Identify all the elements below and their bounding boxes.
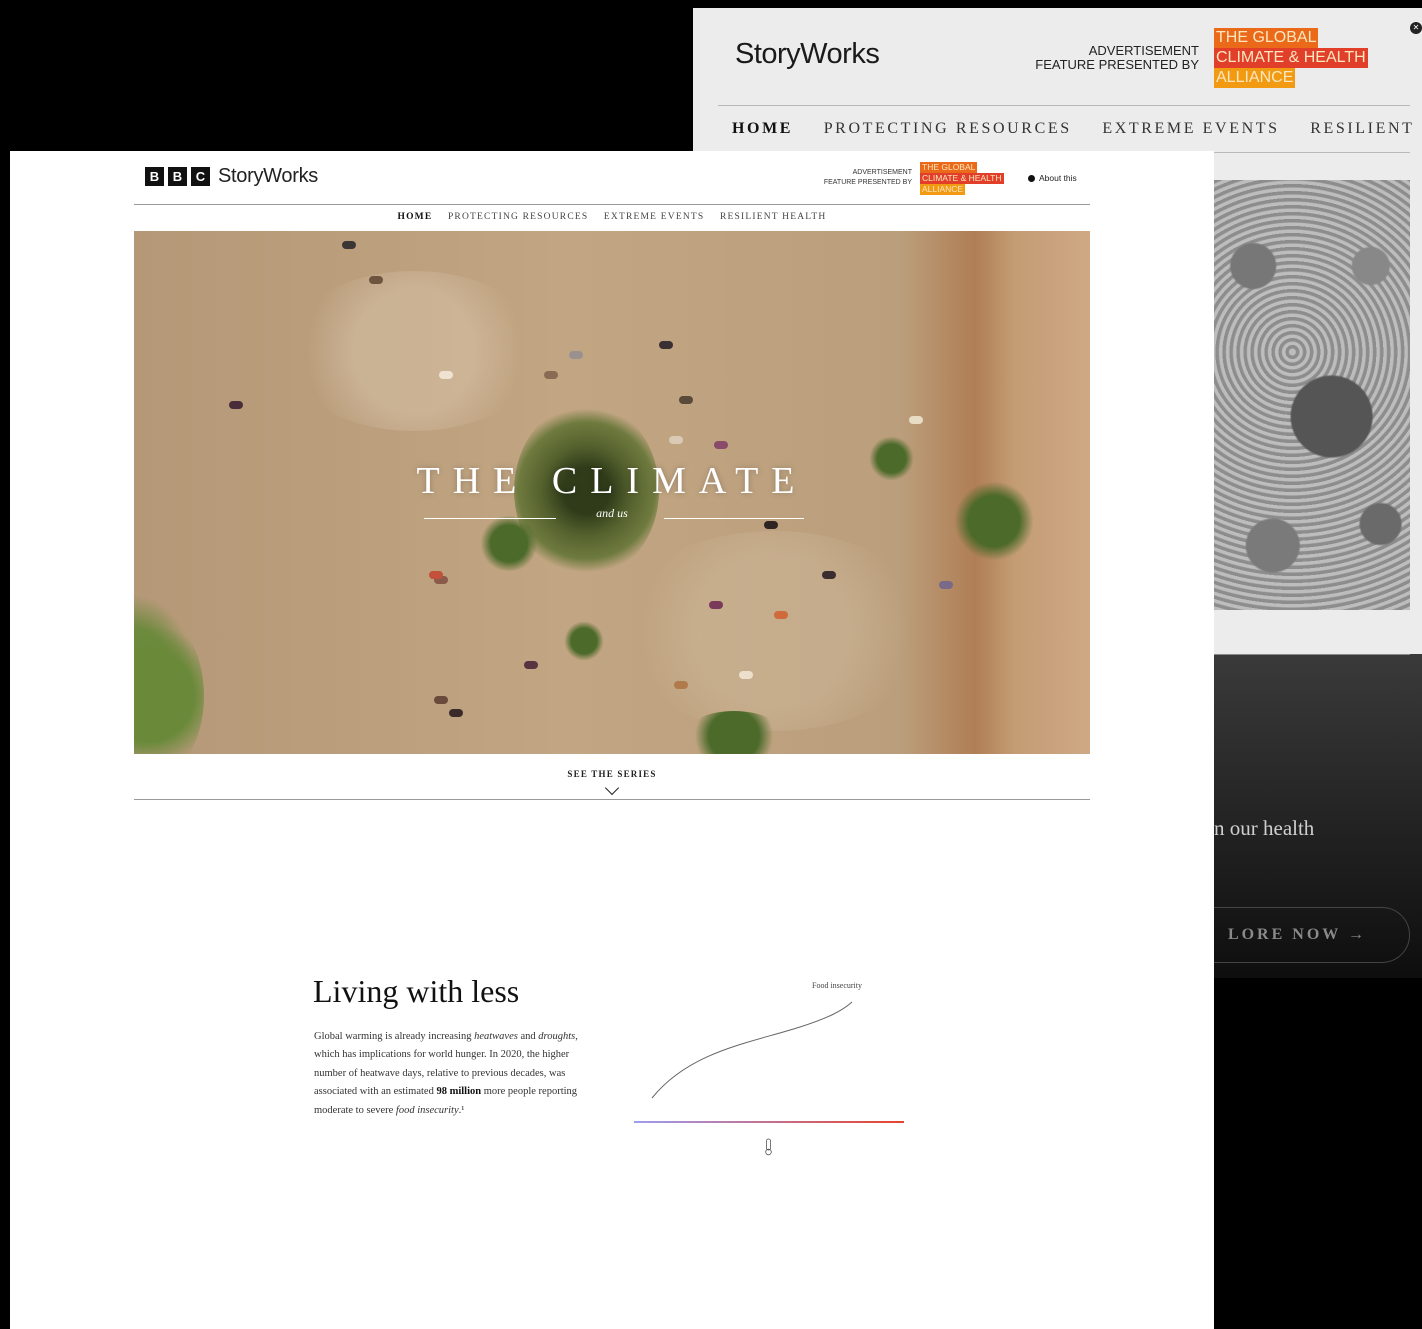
hero-title: THE CLIMATE xyxy=(416,460,808,502)
divider xyxy=(718,105,1410,106)
animal xyxy=(709,601,723,609)
alliance-logo[interactable]: THE GLOBAL CLIMATE & HEALTH ALLIANCE xyxy=(1214,28,1390,88)
animal xyxy=(659,341,673,349)
foreground-window: B B C StoryWorks ADVERTISEMENT FEATURE P… xyxy=(10,151,1214,1329)
food-insecurity-curve xyxy=(651,1001,853,1099)
nav-resilient[interactable]: RESILIENT xyxy=(1310,120,1414,137)
brand-line-3: ALLIANCE xyxy=(920,184,966,195)
animal xyxy=(739,671,753,679)
see-the-series-link[interactable]: SEE THE SERIES xyxy=(10,769,1214,779)
advertisement-label: ADVERTISEMENT FEATURE PRESENTED BY xyxy=(1033,44,1199,72)
close-icon[interactable]: ✕ xyxy=(1410,22,1422,34)
card-subtitle: n our health xyxy=(1214,816,1315,840)
storyworks-logo[interactable]: StoryWorks xyxy=(218,165,318,188)
brand-line-2: CLIMATE & HEALTH xyxy=(920,173,1004,184)
animal xyxy=(774,611,788,619)
divider xyxy=(134,799,1090,800)
animal xyxy=(434,696,448,704)
divider xyxy=(134,204,1090,205)
animal xyxy=(939,581,953,589)
bbc-letter: C xyxy=(191,167,210,186)
animal xyxy=(369,276,383,284)
title-rule-right xyxy=(664,518,804,519)
animal xyxy=(764,521,778,529)
alliance-logo[interactable]: THE GLOBAL CLIMATE & HEALTH ALLIANCE xyxy=(920,162,1020,196)
about-label: About this xyxy=(1039,173,1077,183)
microscope-image xyxy=(1214,180,1410,610)
animal xyxy=(342,241,356,249)
animal xyxy=(449,709,463,717)
nav-home[interactable]: HOME xyxy=(397,212,432,222)
animal xyxy=(714,441,728,449)
animal xyxy=(822,571,836,579)
body-text-segment: 98 million xyxy=(436,1086,482,1098)
chevron-down-icon[interactable] xyxy=(604,780,620,796)
nav-protecting-resources[interactable]: PROTECTING RESOURCES xyxy=(448,212,588,222)
hero-subtitle: and us xyxy=(596,506,628,520)
food-insecurity-graphic xyxy=(634,1001,904,1156)
hero-video[interactable]: THE CLIMATE and us xyxy=(134,231,1090,754)
animal xyxy=(679,396,693,404)
section-body: Global warming is already increasing hea… xyxy=(314,1028,584,1120)
advertisement-text: ADVERTISEMENT xyxy=(852,169,912,176)
body-text-segment: Global warming is already increasing xyxy=(314,1031,475,1042)
dust-patch xyxy=(284,271,544,431)
about-this-link[interactable]: About this xyxy=(1028,173,1077,183)
nav-home[interactable]: HOME xyxy=(732,120,793,137)
bbc-letter: B xyxy=(168,167,187,186)
body-text-segment: and xyxy=(517,1031,539,1042)
body-text-segment: droughts xyxy=(538,1031,576,1042)
bush xyxy=(564,621,604,661)
bush xyxy=(684,711,784,754)
bush xyxy=(479,516,539,571)
animal xyxy=(439,371,453,379)
animal xyxy=(524,661,538,669)
animal xyxy=(569,351,583,359)
nav-extreme-events[interactable]: EXTREME EVENTS xyxy=(604,212,704,222)
brand-line-2: CLIMATE & HEALTH xyxy=(1214,48,1368,68)
nav-protecting-resources[interactable]: PROTECTING RESOURCES xyxy=(824,120,1072,137)
storyworks-logo[interactable]: StoryWorks xyxy=(735,38,880,71)
animal xyxy=(429,571,443,579)
body-text-segment: heatwaves xyxy=(474,1031,518,1042)
bbc-letter: B xyxy=(145,167,164,186)
animal xyxy=(674,681,688,689)
temperature-gradient-bar[interactable] xyxy=(634,1121,904,1123)
nav-extreme-events[interactable]: EXTREME EVENTS xyxy=(1102,120,1279,137)
advertisement-text: ADVERTISEMENT xyxy=(1088,43,1199,58)
nav-resilient-health[interactable]: RESILIENT HEALTH xyxy=(720,212,827,222)
animal xyxy=(229,401,243,409)
animal xyxy=(909,416,923,424)
dust-patch xyxy=(614,531,934,731)
info-dot-icon xyxy=(1028,174,1035,182)
body-text-segment: .¹ xyxy=(458,1104,465,1116)
thermometer-icon xyxy=(765,1138,772,1156)
presented-by-text: FEATURE PRESENTED BY xyxy=(823,179,912,186)
main-nav: HOME PROTECTING RESOURCES EXTREME EVENTS… xyxy=(10,212,1214,222)
grass-patch xyxy=(134,611,204,754)
presented-by-text: FEATURE PRESENTED BY xyxy=(1035,57,1199,72)
main-nav: HOME PROTECTING RESOURCES EXTREME EVENTS… xyxy=(732,120,1422,138)
animal xyxy=(669,436,683,444)
brand-line-1: THE GLOBAL xyxy=(920,162,978,173)
animal xyxy=(544,371,558,379)
brand-line-3: ALLIANCE xyxy=(1214,68,1296,88)
brand-line-1: THE GLOBAL xyxy=(1214,28,1319,48)
bbc-logo[interactable]: B B C xyxy=(145,167,210,186)
advertisement-label: ADVERTISEMENT FEATURE PRESENTED BY xyxy=(800,168,912,188)
divider xyxy=(1214,654,1410,655)
section-title: Living with less xyxy=(313,973,520,1009)
body-text-segment: food insecurity xyxy=(395,1104,459,1116)
